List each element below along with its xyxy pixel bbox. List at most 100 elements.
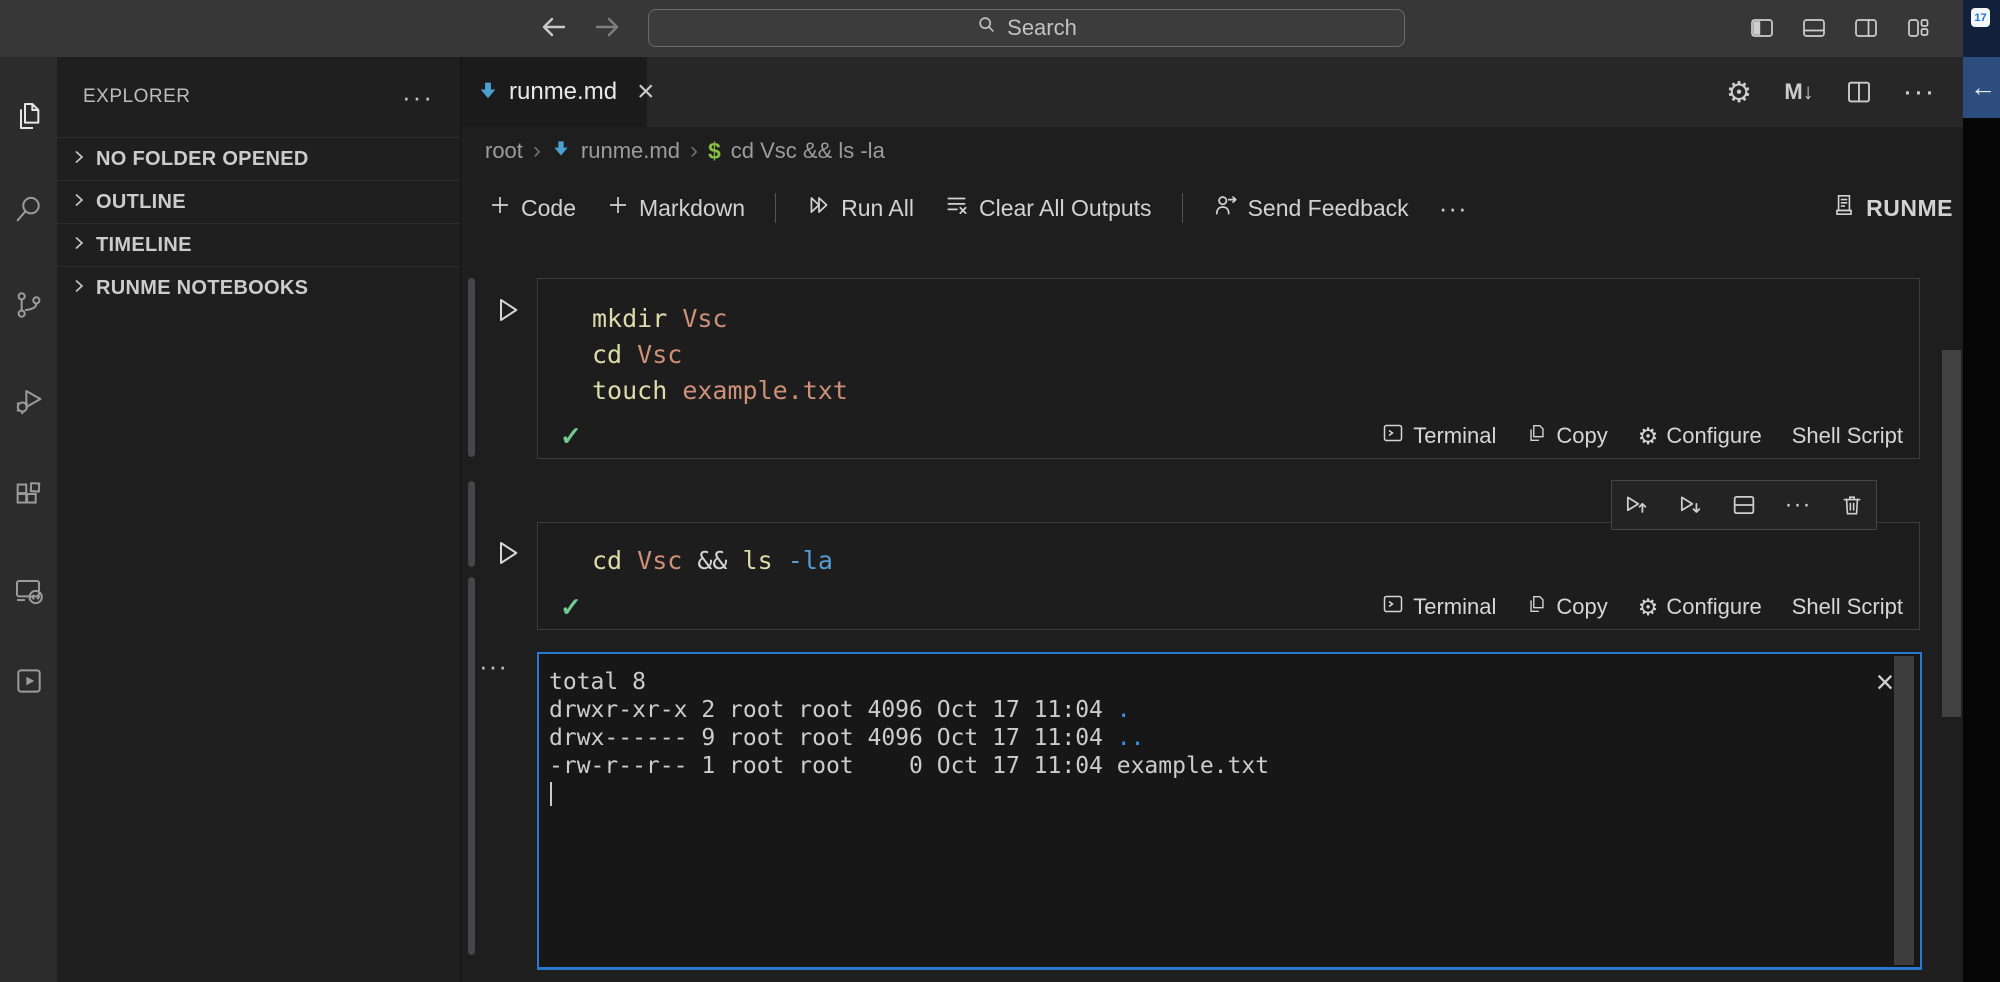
runme-brand: RUNME — [1831, 192, 1953, 224]
search-placeholder: Search — [1007, 15, 1077, 41]
settings-gear-icon[interactable]: ⚙ — [1721, 74, 1757, 110]
terminal-button[interactable]: Terminal — [1381, 421, 1496, 451]
chevron-right-icon — [70, 191, 88, 214]
back-arrow-icon: ← — [1970, 72, 1996, 103]
copy-button[interactable]: Copy — [1526, 422, 1607, 450]
tab-runme-md[interactable]: runme.md × — [461, 57, 647, 127]
cell-language-label[interactable]: Shell Script — [1792, 423, 1903, 449]
activity-bar — [0, 57, 57, 982]
vscode-window: Search 17 ← — [0, 0, 2000, 982]
explorer-sidebar: EXPLORER ··· NO FOLDER OPENED OUTLINE TI… — [57, 57, 461, 982]
background-window-toolbar: ← — [1963, 57, 2000, 118]
run-cell-button[interactable] — [491, 294, 523, 326]
cell-hover-toolbar: ··· — [1611, 480, 1877, 530]
plus-icon — [488, 193, 512, 223]
cell-language-label[interactable]: Shell Script — [1792, 594, 1903, 620]
toolbar-more-button[interactable]: ··· — [1439, 193, 1468, 224]
cell-focus-bar — [468, 278, 475, 457]
nav-back-button[interactable] — [536, 11, 572, 47]
toggle-secondary-sidebar-icon[interactable] — [1852, 14, 1880, 42]
configure-button[interactable]: ⚙ Configure — [1638, 423, 1762, 450]
clear-outputs-icon — [944, 192, 970, 224]
run-cell-button[interactable] — [491, 537, 523, 569]
output-line: total 8 — [549, 668, 1920, 696]
clear-all-outputs-button[interactable]: Clear All Outputs — [944, 192, 1152, 224]
split-editor-icon[interactable] — [1841, 74, 1877, 110]
customize-layout-icon[interactable] — [1904, 14, 1932, 42]
runme-file-icon — [477, 79, 499, 106]
sidebar-section-no-folder-opened[interactable]: NO FOLDER OPENED — [57, 137, 460, 180]
code-editor[interactable]: cd Vsc && ls -la — [538, 523, 1919, 579]
chevron-right-icon — [70, 234, 88, 257]
toggle-primary-sidebar-icon[interactable] — [1748, 14, 1776, 42]
success-check-icon: ✓ — [560, 421, 582, 452]
more-actions-icon[interactable]: ··· — [1901, 74, 1937, 110]
configure-button[interactable]: ⚙ Configure — [1638, 594, 1762, 621]
breadcrumb-prompt: $ — [708, 138, 721, 165]
cell-status-bar: ✓ Terminal Copy ⚙ Configure — [538, 585, 1919, 629]
cell-more-icon[interactable]: ··· — [1783, 490, 1813, 520]
background-window-strip: 17 ← — [1963, 0, 2000, 982]
send-feedback-button[interactable]: Send Feedback — [1213, 192, 1409, 224]
terminal-button[interactable]: Terminal — [1381, 592, 1496, 622]
editor-scrollbar[interactable] — [1942, 350, 1961, 717]
code-cell-1[interactable]: mkdir Vsc cd Vsc touch example.txt ✓ Ter… — [537, 278, 1920, 459]
run-and-debug-icon[interactable] — [13, 385, 45, 417]
notebook-toolbar: Code Markdown Run All Clear All Outputs — [461, 175, 1963, 241]
search-view-icon[interactable] — [13, 193, 45, 225]
add-code-cell-button[interactable]: Code — [488, 193, 576, 223]
sidebar-section-outline[interactable]: OUTLINE — [57, 180, 460, 223]
split-cell-icon[interactable] — [1729, 490, 1759, 520]
search-input[interactable]: Search — [648, 9, 1405, 47]
code-line: cd Vsc — [538, 337, 1919, 373]
sidebar-more-button[interactable]: ··· — [402, 92, 434, 102]
cell-output[interactable]: total 8 drwxr-xr-x 2 root root 4096 Oct … — [537, 652, 1922, 970]
chevron-right-icon — [70, 277, 88, 300]
delete-cell-icon[interactable] — [1837, 490, 1867, 520]
toggle-panel-icon[interactable] — [1800, 14, 1828, 42]
output-line: drwx------ 9 root root 4096 Oct 17 11:04… — [549, 724, 1920, 752]
calendar-favicon: 17 — [1971, 8, 1990, 27]
editor-actions: ⚙ M↓ ··· — [1721, 57, 1937, 127]
execute-below-icon[interactable] — [1675, 490, 1705, 520]
markdown-preview-icon[interactable]: M↓ — [1781, 74, 1817, 110]
tab-close-icon[interactable]: × — [637, 80, 655, 104]
explorer-icon[interactable] — [13, 100, 45, 132]
titlebar: Search — [0, 0, 1963, 57]
code-line: mkdir Vsc — [538, 301, 1919, 337]
runme-notebooks-icon[interactable] — [13, 665, 45, 697]
terminal-icon — [1381, 592, 1405, 622]
nav-forward-button[interactable] — [589, 11, 625, 47]
layout-controls — [1748, 14, 1932, 42]
output-scrollbar[interactable] — [1894, 656, 1914, 965]
runme-file-icon — [551, 138, 571, 164]
breadcrumb-separator: › — [533, 137, 541, 165]
runme-brand-icon — [1831, 192, 1857, 224]
terminal-cursor — [550, 782, 552, 806]
extensions-icon[interactable] — [13, 480, 45, 512]
sidebar-section-runme-notebooks[interactable]: RUNME NOTEBOOKS — [57, 266, 460, 309]
add-markdown-cell-button[interactable]: Markdown — [606, 193, 745, 223]
remote-explorer-icon[interactable] — [13, 575, 45, 607]
code-editor[interactable]: mkdir Vsc cd Vsc touch example.txt — [538, 279, 1919, 409]
run-all-icon — [806, 192, 832, 224]
output-line: drwxr-xr-x 2 root root 4096 Oct 17 11:04… — [549, 696, 1920, 724]
copy-button[interactable]: Copy — [1526, 593, 1607, 621]
terminal-output: total 8 drwxr-xr-x 2 root root 4096 Oct … — [539, 654, 1920, 806]
breadcrumb: root › runme.md › $ cd Vsc && ls -la — [461, 127, 1963, 175]
run-all-button[interactable]: Run All — [806, 192, 914, 224]
output-options-button[interactable]: ··· — [479, 651, 508, 682]
code-line: cd Vsc && ls -la — [538, 543, 1919, 579]
execute-above-icon[interactable] — [1621, 490, 1651, 520]
source-control-icon[interactable] — [13, 289, 45, 321]
gear-icon: ⚙ — [1638, 594, 1659, 621]
breadcrumb-root[interactable]: root — [485, 138, 523, 164]
code-cell-2[interactable]: cd Vsc && ls -la ✓ Terminal Copy — [537, 522, 1920, 630]
editor-area: runme.md × ⚙ M↓ ··· root › — [461, 57, 1963, 982]
sidebar-section-timeline[interactable]: TIMELINE — [57, 223, 460, 266]
arrow-right-icon — [591, 11, 623, 48]
breadcrumb-file[interactable]: runme.md — [581, 138, 680, 164]
sidebar-header: EXPLORER ··· — [57, 57, 460, 137]
breadcrumb-command[interactable]: cd Vsc && ls -la — [731, 138, 885, 164]
plus-icon — [606, 193, 630, 223]
